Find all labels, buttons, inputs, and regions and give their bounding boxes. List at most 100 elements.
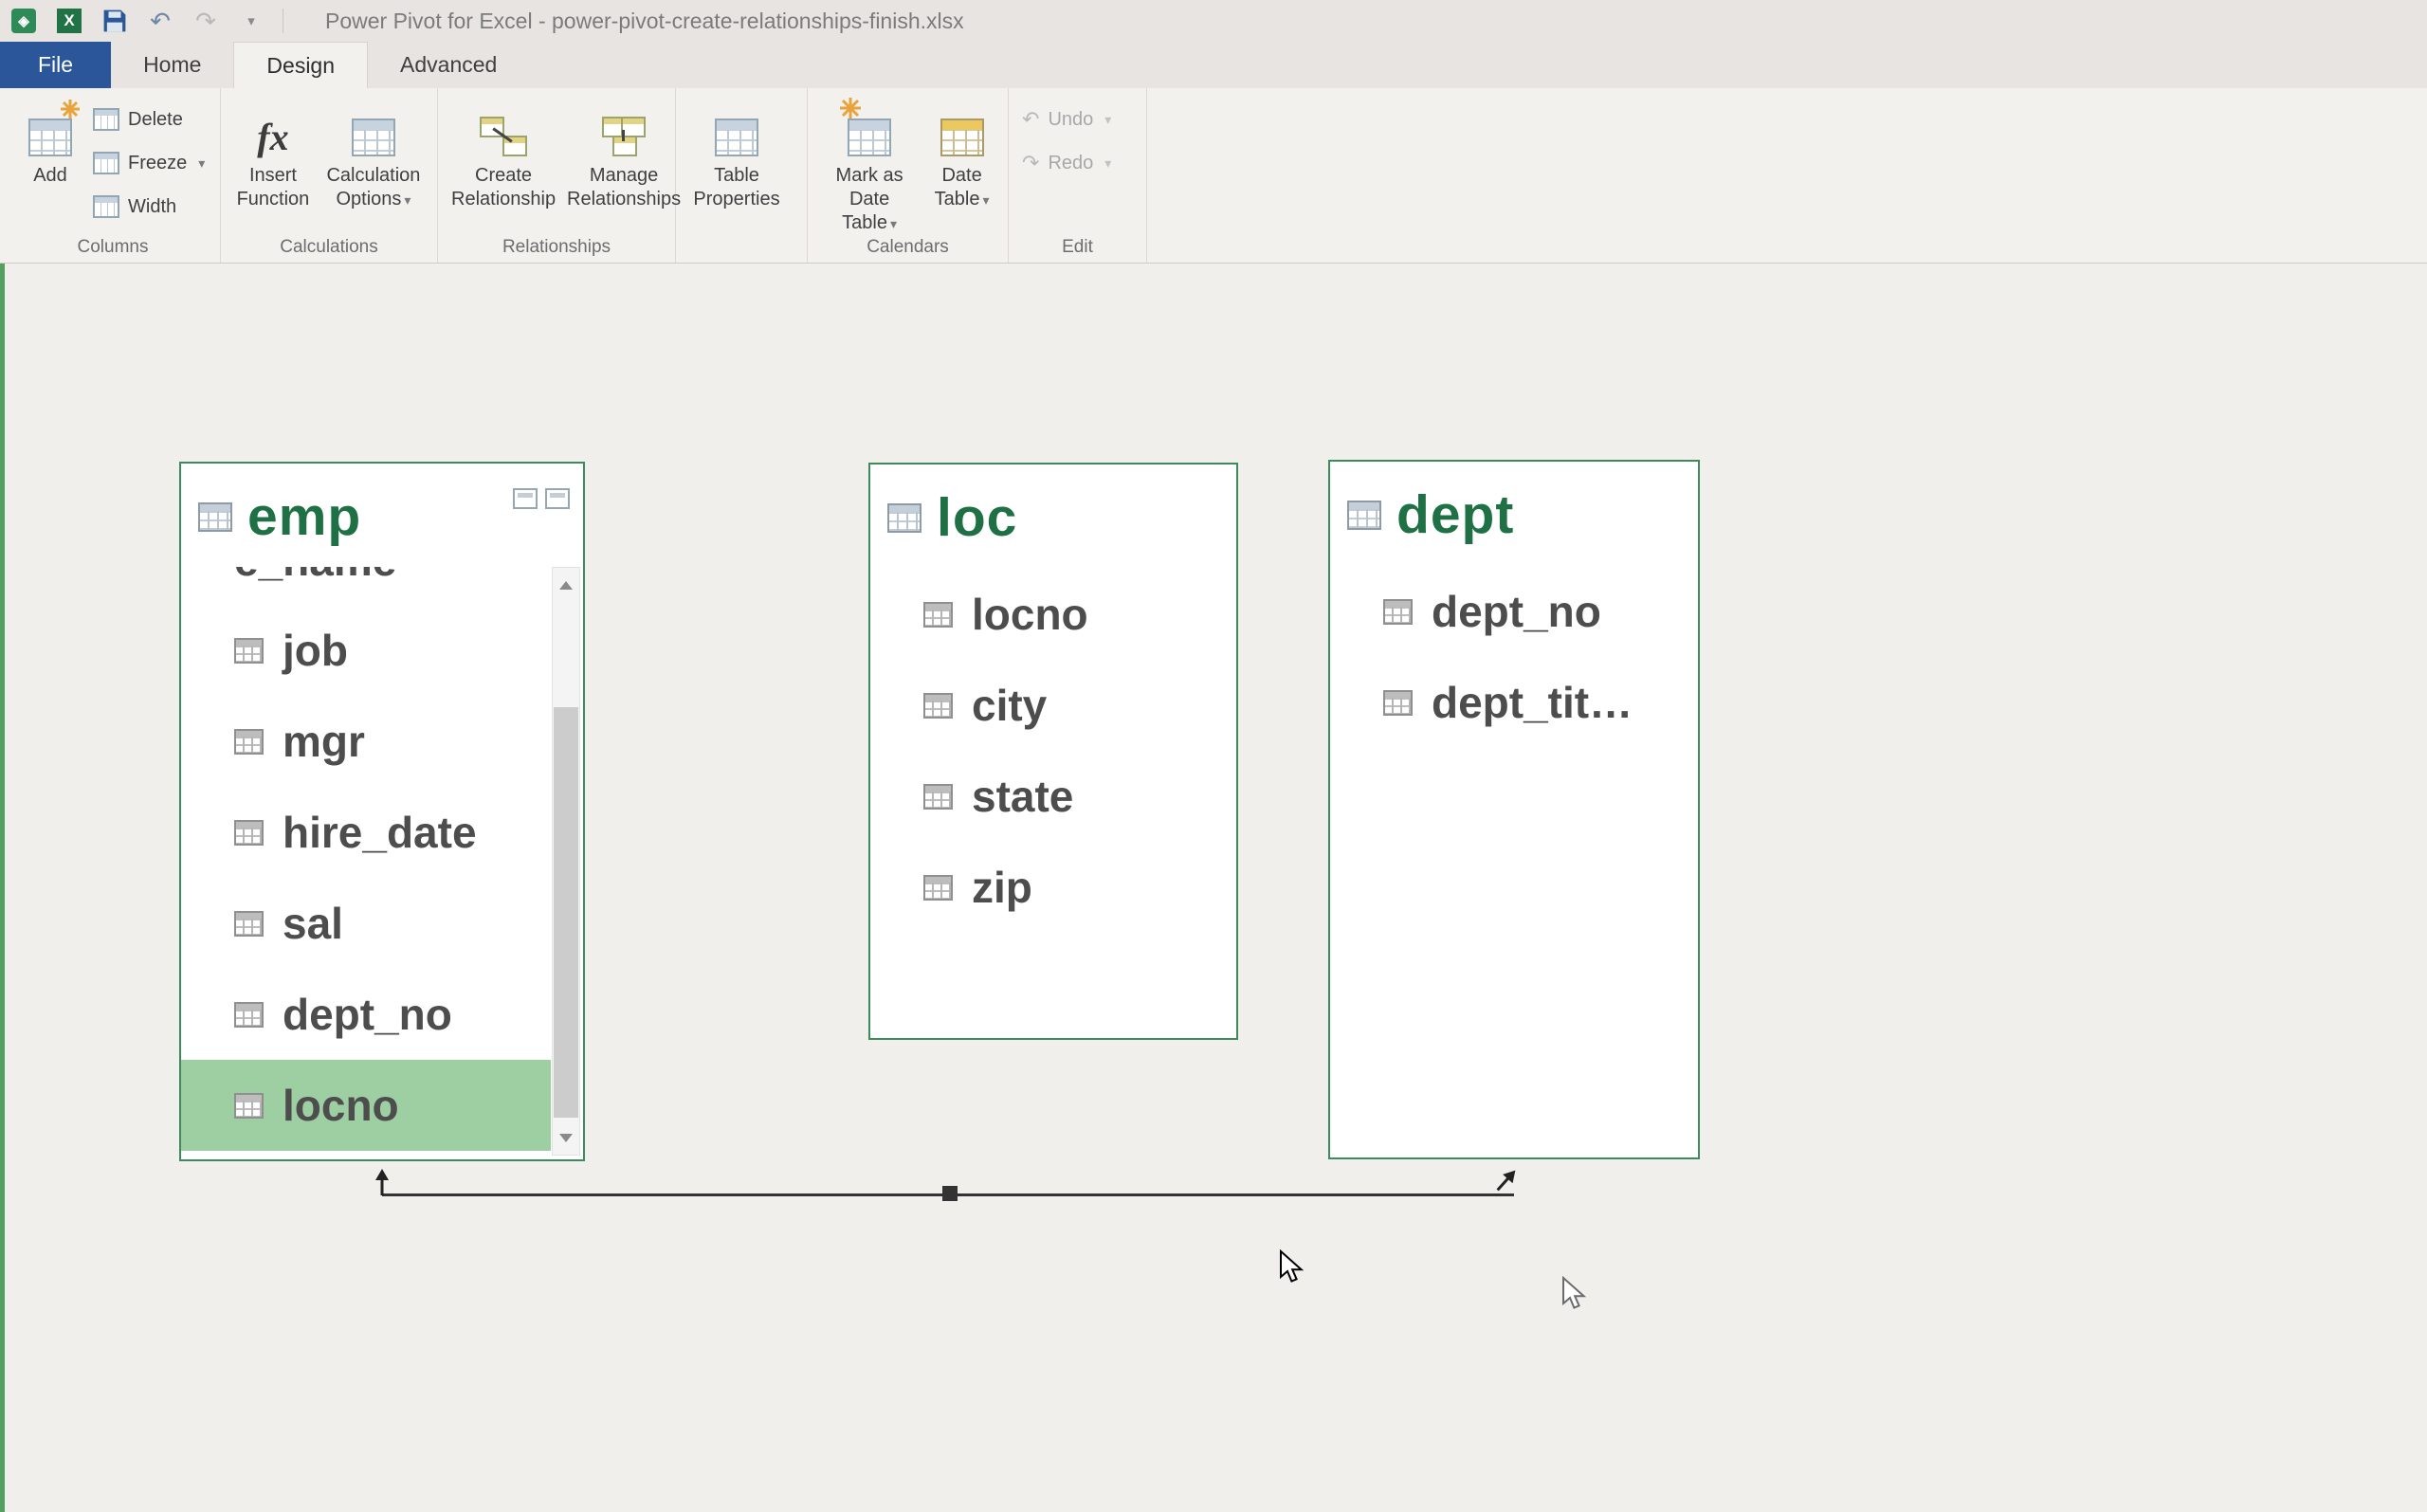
relationship-endpoint-emp-icon[interactable] bbox=[370, 1168, 394, 1196]
create-relationship-button[interactable]: Create Relationship bbox=[451, 98, 556, 211]
field-row-job[interactable]: job bbox=[181, 605, 551, 696]
column-width-icon bbox=[93, 195, 119, 218]
field-row-mgr[interactable]: mgr bbox=[181, 696, 551, 787]
ribbon-design: Add Delete Freeze ▾ Width Columns fx Ins… bbox=[0, 88, 2427, 264]
column-width-label: Width bbox=[128, 196, 176, 218]
delete-column-button[interactable]: Delete bbox=[93, 103, 205, 136]
left-edge-strip bbox=[0, 264, 5, 1512]
undo-label: Undo bbox=[1048, 109, 1093, 131]
field-grid-icon bbox=[234, 729, 264, 755]
field-row-dept-no[interactable]: dept_no bbox=[1330, 566, 1698, 657]
relationship-midpoint-handle[interactable] bbox=[942, 1186, 958, 1201]
field-row-hire-date[interactable]: hire_date bbox=[181, 787, 551, 878]
calculation-options-button[interactable]: Calculation Options▾ bbox=[323, 98, 424, 212]
freeze-column-button[interactable]: Freeze ▾ bbox=[93, 147, 205, 179]
fx-icon: fx bbox=[257, 118, 288, 156]
tab-advanced[interactable]: Advanced bbox=[368, 42, 529, 88]
add-column-button[interactable]: Add bbox=[19, 98, 82, 188]
scroll-down-arrow[interactable] bbox=[553, 1120, 579, 1155]
field-row-zip[interactable]: zip bbox=[870, 842, 1236, 933]
field-row-locno-highlighted[interactable]: locno bbox=[181, 1060, 551, 1151]
table-card-emp[interactable]: emp e_name job mgr hire_date sal dept_no bbox=[179, 462, 585, 1161]
manage-relationships-label: Manage Relationships bbox=[567, 164, 681, 211]
table-title: emp bbox=[247, 485, 361, 548]
table-header-dept[interactable]: dept bbox=[1330, 462, 1698, 562]
redo-label: Redo bbox=[1048, 153, 1093, 174]
field-row-city[interactable]: city bbox=[870, 660, 1236, 751]
ribbon-group-calculations: fx Insert Function Calculation Options▾ … bbox=[221, 88, 438, 263]
field-label: zip bbox=[972, 862, 1032, 913]
field-row-locno[interactable]: locno bbox=[870, 569, 1236, 660]
tab-home[interactable]: Home bbox=[111, 42, 233, 88]
undo-button[interactable]: ↶ Undo ▾ bbox=[1022, 103, 1111, 136]
emp-scrollbar[interactable] bbox=[552, 567, 580, 1156]
insert-function-button[interactable]: fx Insert Function bbox=[234, 98, 312, 211]
field-row-dept-no[interactable]: dept_no bbox=[181, 969, 551, 1060]
manage-relationships-button[interactable]: Manage Relationships bbox=[567, 98, 681, 211]
scroll-up-arrow[interactable] bbox=[553, 568, 579, 602]
ribbon-group-relationships: Create Relationship Manage Relationships… bbox=[438, 88, 676, 263]
field-row-clipped[interactable]: e_name bbox=[181, 567, 551, 605]
dropdown-caret-icon: ▾ bbox=[890, 216, 897, 231]
qat-customize-caret-icon[interactable]: ▾ bbox=[237, 7, 265, 35]
save-icon[interactable] bbox=[100, 7, 129, 35]
date-table-icon bbox=[940, 118, 984, 156]
field-label: sal bbox=[283, 898, 343, 949]
ribbon-group-table-properties: Table Properties bbox=[676, 88, 808, 263]
field-row-state[interactable]: state bbox=[870, 751, 1236, 842]
maximize-icon[interactable] bbox=[545, 488, 570, 509]
group-label-calculations: Calculations bbox=[221, 237, 437, 258]
field-grid-icon bbox=[923, 784, 953, 810]
cursor-arrow bbox=[1278, 1249, 1306, 1284]
field-list-loc: locno city state zip bbox=[870, 569, 1236, 933]
field-row-dept-title[interactable]: dept_tit… bbox=[1330, 657, 1698, 748]
field-label: job bbox=[283, 625, 348, 676]
field-grid-icon bbox=[1383, 599, 1413, 625]
field-grid-icon bbox=[923, 875, 953, 901]
powerpivot-app-icon[interactable]: ◈ bbox=[9, 7, 38, 35]
field-grid-icon bbox=[234, 638, 264, 664]
table-properties-label: Table Properties bbox=[689, 164, 784, 211]
group-label-calendars: Calendars bbox=[808, 237, 1008, 258]
field-grid-icon bbox=[234, 911, 264, 937]
group-label-columns: Columns bbox=[6, 237, 220, 258]
undo-icon[interactable]: ↶ bbox=[146, 7, 174, 35]
dropdown-caret-icon: ▾ bbox=[1104, 112, 1111, 128]
redo-icon: ↷ bbox=[1022, 153, 1039, 173]
tab-design[interactable]: Design bbox=[233, 42, 368, 88]
field-row-sal[interactable]: sal bbox=[181, 878, 551, 969]
scroll-thumb[interactable] bbox=[554, 707, 578, 1118]
tab-file[interactable]: File bbox=[0, 42, 111, 88]
excel-icon[interactable]: X bbox=[55, 7, 83, 35]
calculator-icon bbox=[352, 118, 395, 156]
freeze-column-label: Freeze bbox=[128, 153, 187, 174]
table-header-loc[interactable]: loc bbox=[870, 465, 1236, 565]
mark-as-date-table-button[interactable]: Mark as Date Table▾ bbox=[821, 98, 918, 236]
ribbon-group-columns: Add Delete Freeze ▾ Width Columns bbox=[6, 88, 221, 263]
table-card-dept[interactable]: dept dept_no dept_tit… bbox=[1328, 460, 1700, 1159]
switch-view-icon[interactable] bbox=[513, 488, 538, 509]
sparkle-icon bbox=[61, 100, 80, 118]
redo-button[interactable]: ↷ Redo ▾ bbox=[1022, 147, 1111, 179]
field-label: dept_tit… bbox=[1432, 677, 1633, 728]
sun-sparkle-icon bbox=[840, 98, 861, 118]
table-title: loc bbox=[937, 486, 1017, 549]
add-column-icon bbox=[28, 101, 72, 156]
table-properties-icon bbox=[715, 118, 758, 156]
date-table-button[interactable]: Date Table▾ bbox=[929, 98, 995, 212]
table-corner-icons bbox=[513, 488, 570, 509]
mark-as-date-table-icon bbox=[848, 118, 891, 156]
table-properties-button[interactable]: Table Properties bbox=[689, 98, 784, 211]
dropdown-caret-icon: ▾ bbox=[404, 192, 411, 208]
titlebar: ◈ X ↶ ↷ ▾ Power Pivot for Excel - power-… bbox=[0, 0, 2427, 42]
table-grid-icon bbox=[198, 502, 232, 532]
dropdown-caret-icon: ▾ bbox=[1104, 155, 1111, 172]
redo-icon[interactable]: ↷ bbox=[192, 7, 220, 35]
group-label-edit: Edit bbox=[1009, 237, 1146, 258]
column-width-button[interactable]: Width bbox=[93, 191, 205, 223]
table-card-loc[interactable]: loc locno city state zip bbox=[868, 463, 1238, 1040]
table-header-emp[interactable]: emp bbox=[181, 464, 583, 564]
field-label: state bbox=[972, 771, 1073, 822]
field-grid-icon bbox=[234, 1002, 264, 1028]
field-grid-icon bbox=[234, 1093, 264, 1119]
